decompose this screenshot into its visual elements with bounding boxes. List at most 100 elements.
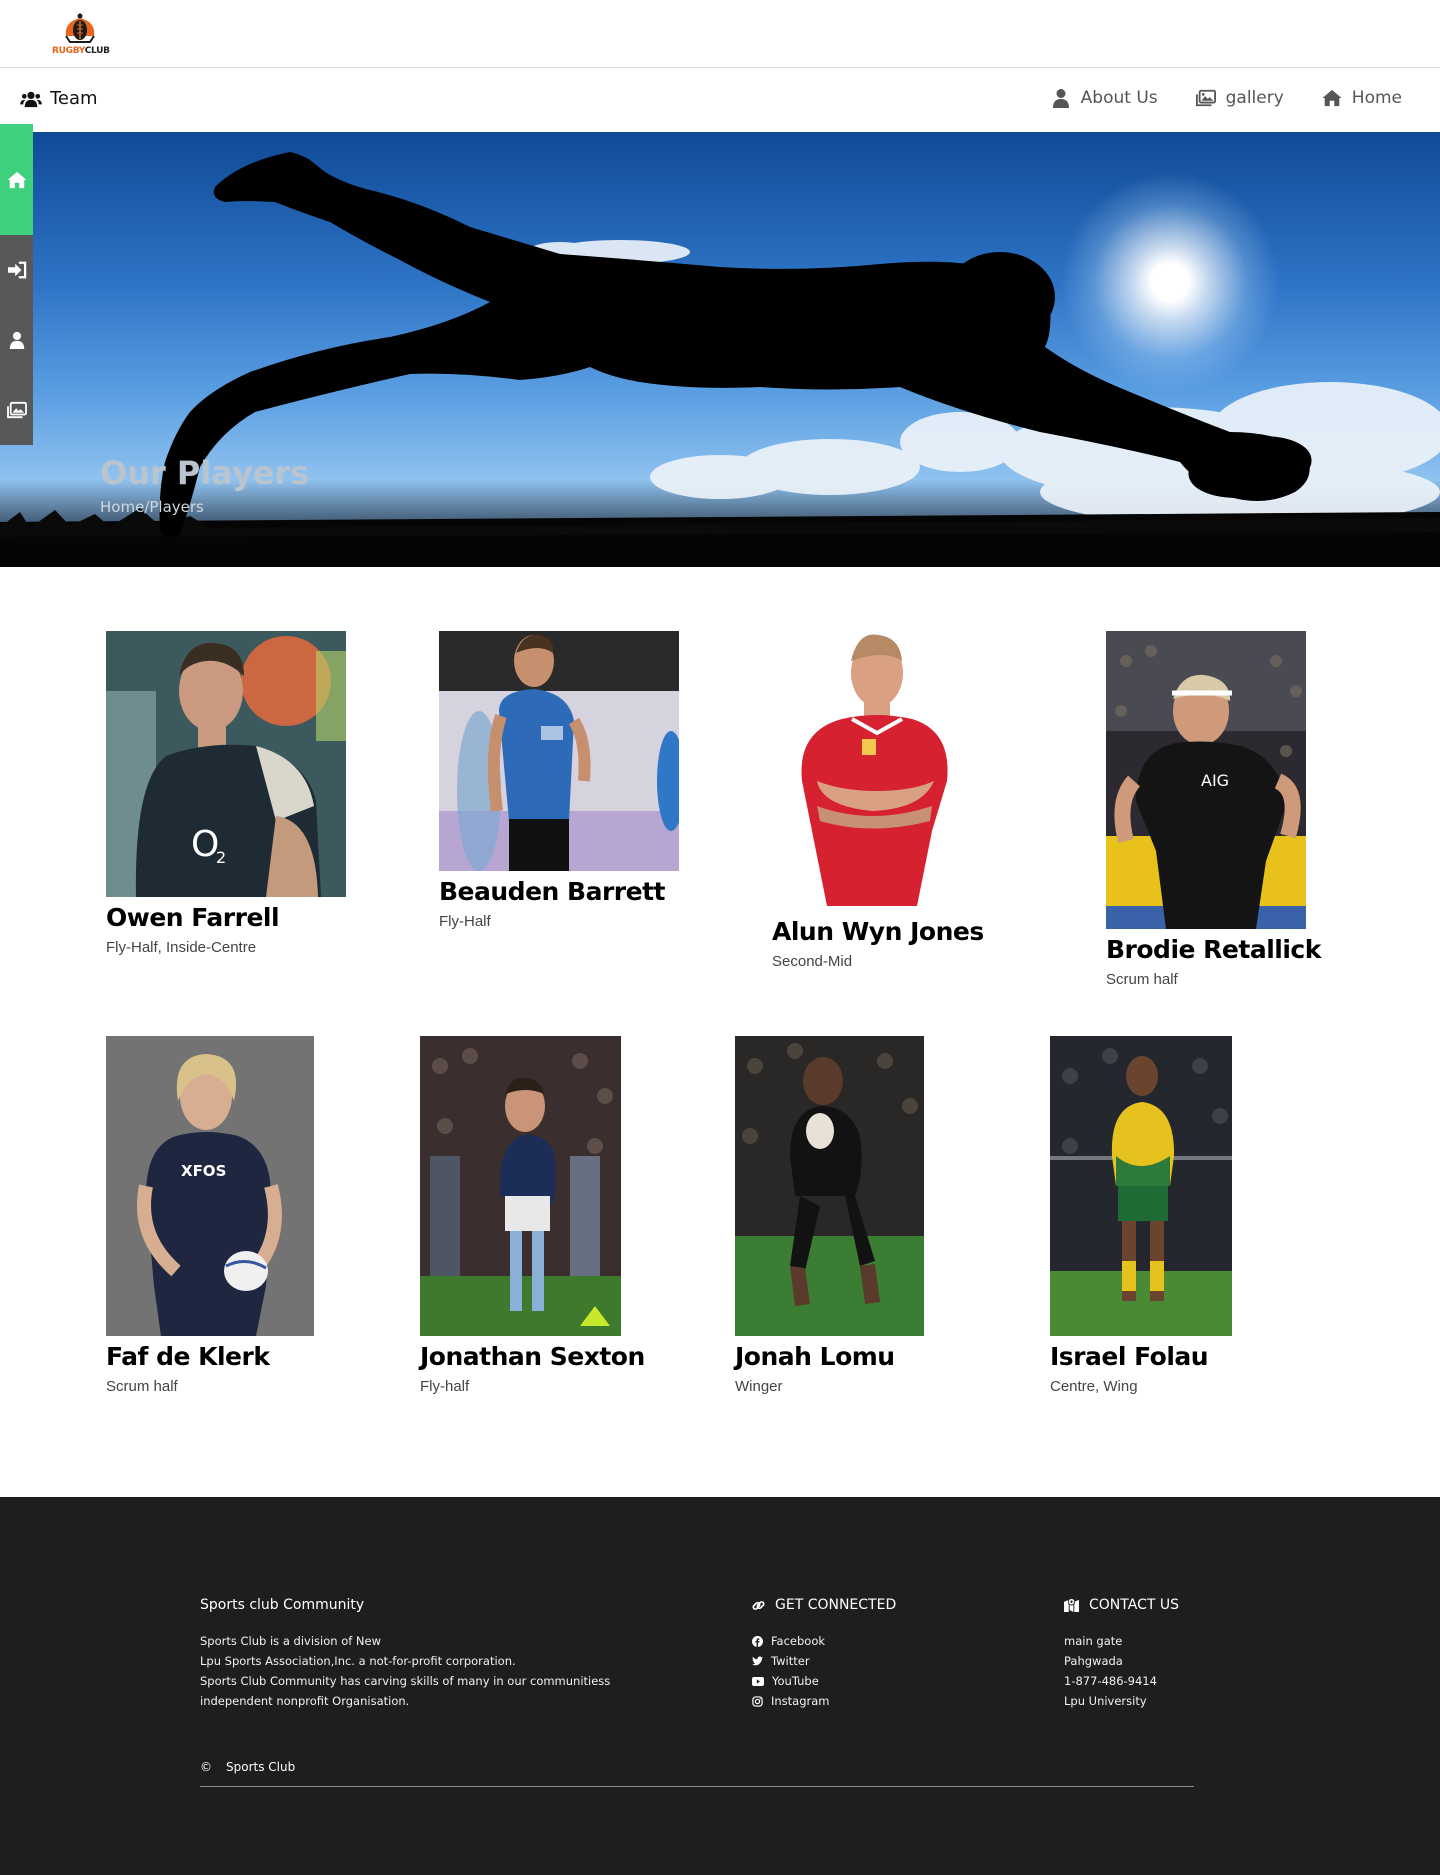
images-icon [6, 401, 27, 419]
footer-about-line: Lpu Sports Association,Inc. a not-for-pr… [200, 1654, 516, 1668]
player-position: Second-Mid [772, 953, 853, 970]
sign-in-icon [7, 261, 26, 279]
side-toolbar [0, 124, 33, 445]
contact-address-line: main gate [1064, 1634, 1123, 1648]
logo-bar: RUGBYCLUB [0, 0, 1440, 68]
hero-banner: Our Players Home/Players [0, 132, 1440, 567]
player-photo [420, 1036, 621, 1336]
images-icon [1195, 89, 1216, 107]
instagram-icon [752, 1695, 763, 1707]
users-icon [20, 91, 42, 107]
nav-brand-label: Team [50, 88, 98, 109]
svg-text:2: 2 [216, 848, 226, 867]
page-title: Our Players [100, 454, 310, 492]
nav-item-label: About Us [1080, 88, 1158, 108]
logo-text: RUGBYCLUB [52, 46, 110, 56]
twitter-link[interactable]: Twitter [752, 1651, 972, 1671]
home-icon [7, 171, 26, 188]
footer-about-line: Sports Club is a division of New [200, 1634, 382, 1648]
player-card[interactable]: Jonah Lomu Winger [735, 1036, 924, 1395]
user-icon [9, 331, 24, 349]
facebook-link[interactable]: Facebook [752, 1631, 972, 1651]
player-name: Jonathan Sexton [420, 1342, 645, 1371]
user-icon [1052, 89, 1069, 108]
contact-phone[interactable]: 1-877-486-9414 [1064, 1671, 1244, 1691]
sidebar-item-profile[interactable] [0, 305, 33, 375]
footer-contact-text: main gate Pahgwada 1-877-486-9414 Lpu Un… [1064, 1631, 1244, 1711]
player-name: Alun Wyn Jones [772, 917, 984, 946]
footer-about: Sports club Community Sports Club is a d… [200, 1595, 640, 1711]
footer-contact-heading: CONTACT US [1064, 1595, 1244, 1615]
sidebar-item-home[interactable] [0, 124, 33, 235]
youtube-icon [752, 1676, 764, 1686]
player-card[interactable]: XFOS Faf de Klerk Scrum half [106, 1036, 314, 1395]
contact-city-line: Pahgwada [1064, 1654, 1123, 1668]
footer: Sports club Community Sports Club is a d… [0, 1497, 1440, 1875]
player-position: Scrum half [106, 1378, 178, 1395]
player-name: Israel Folau [1050, 1342, 1209, 1371]
home-icon [1322, 89, 1342, 107]
nav-item-label: Home [1351, 88, 1402, 108]
copyright-symbol: © [200, 1760, 212, 1774]
contact-university-line: Lpu University [1064, 1694, 1147, 1708]
player-name: Faf de Klerk [106, 1342, 270, 1371]
player-photo [439, 631, 679, 871]
player-position: Fly-Half [439, 913, 491, 930]
map-marker-icon [1064, 1598, 1079, 1612]
footer-contact-heading-label: CONTACT US [1089, 1597, 1179, 1613]
youtube-link[interactable]: YouTube [752, 1671, 972, 1691]
link-icon [752, 1600, 765, 1610]
player-card[interactable]: Beauden Barrett Fly-Half [439, 631, 679, 930]
player-card[interactable]: Israel Folau Centre, Wing [1050, 1036, 1232, 1395]
player-position: Fly-Half, Inside-Centre [106, 939, 257, 956]
player-position: Centre, Wing [1050, 1378, 1138, 1395]
top-navigation: Team About Us gallery Home [0, 68, 1440, 132]
footer-connect-heading: GET CONNECTED [752, 1595, 972, 1615]
copyright-text: Sports Club [226, 1760, 296, 1774]
copyright: © Sports Club [200, 1760, 295, 1774]
player-photo [735, 1036, 924, 1336]
sidebar-item-gallery[interactable] [0, 375, 33, 445]
social-links: Facebook Twitter YouTube Instagram [752, 1631, 972, 1711]
player-card[interactable]: O 2 Owen Farrell Fly-Half, Inside-Centre [106, 631, 346, 956]
player-card[interactable]: Jonathan Sexton Fly-half [420, 1036, 645, 1395]
svg-text:XFOS: XFOS [181, 1162, 226, 1180]
player-name: Jonah Lomu [735, 1342, 895, 1371]
social-link-label: YouTube [772, 1674, 819, 1688]
player-photo: XFOS [106, 1036, 314, 1336]
player-card[interactable]: AIG Brodie Retallick Scrum half [1106, 631, 1321, 988]
player-photo: O 2 [106, 631, 346, 897]
instagram-link[interactable]: Instagram [752, 1691, 972, 1711]
nav-item-gallery[interactable]: gallery [1195, 88, 1284, 108]
rugby-club-logo[interactable]: RUGBYCLUB [52, 12, 110, 56]
svg-text:AIG: AIG [1201, 771, 1229, 790]
nav-item-home[interactable]: Home [1322, 88, 1402, 108]
footer-contact: CONTACT US main gate Pahgwada 1-877-486-… [1064, 1595, 1244, 1711]
footer-about-line: independent nonprofit Organisation. [200, 1694, 410, 1708]
player-photo: AIG [1106, 631, 1306, 929]
nav-item-label: gallery [1225, 88, 1284, 108]
nav-brand-team[interactable]: Team [20, 88, 98, 109]
footer-about-heading: Sports club Community [200, 1597, 365, 1613]
nav-menu: About Us gallery Home [1051, 88, 1402, 108]
footer-divider [200, 1786, 1194, 1787]
player-photo [772, 631, 972, 911]
sidebar-item-sign-in[interactable] [0, 235, 33, 305]
facebook-icon [752, 1635, 763, 1647]
nav-item-about-us[interactable]: About Us [1051, 88, 1158, 108]
social-link-label: Facebook [771, 1634, 826, 1648]
diving-player-silhouette [0, 152, 1440, 567]
player-position: Fly-half [420, 1378, 470, 1395]
rugby-ball-logo-icon [65, 13, 95, 43]
footer-about-text: Sports Club is a division of New Lpu Spo… [200, 1631, 640, 1711]
player-position: Scrum half [1106, 971, 1178, 988]
player-name: Beauden Barrett [439, 877, 665, 906]
player-card[interactable]: Alun Wyn Jones Second-Mid [772, 631, 984, 970]
player-photo [1050, 1036, 1232, 1336]
player-name: Brodie Retallick [1106, 935, 1321, 964]
footer-about-line: Sports Club Community has carving skills… [200, 1674, 611, 1688]
breadcrumb[interactable]: Home/Players [100, 498, 204, 516]
footer-connect-heading-label: GET CONNECTED [775, 1597, 897, 1613]
player-position: Winger [735, 1378, 783, 1395]
social-link-label: Twitter [771, 1654, 810, 1668]
